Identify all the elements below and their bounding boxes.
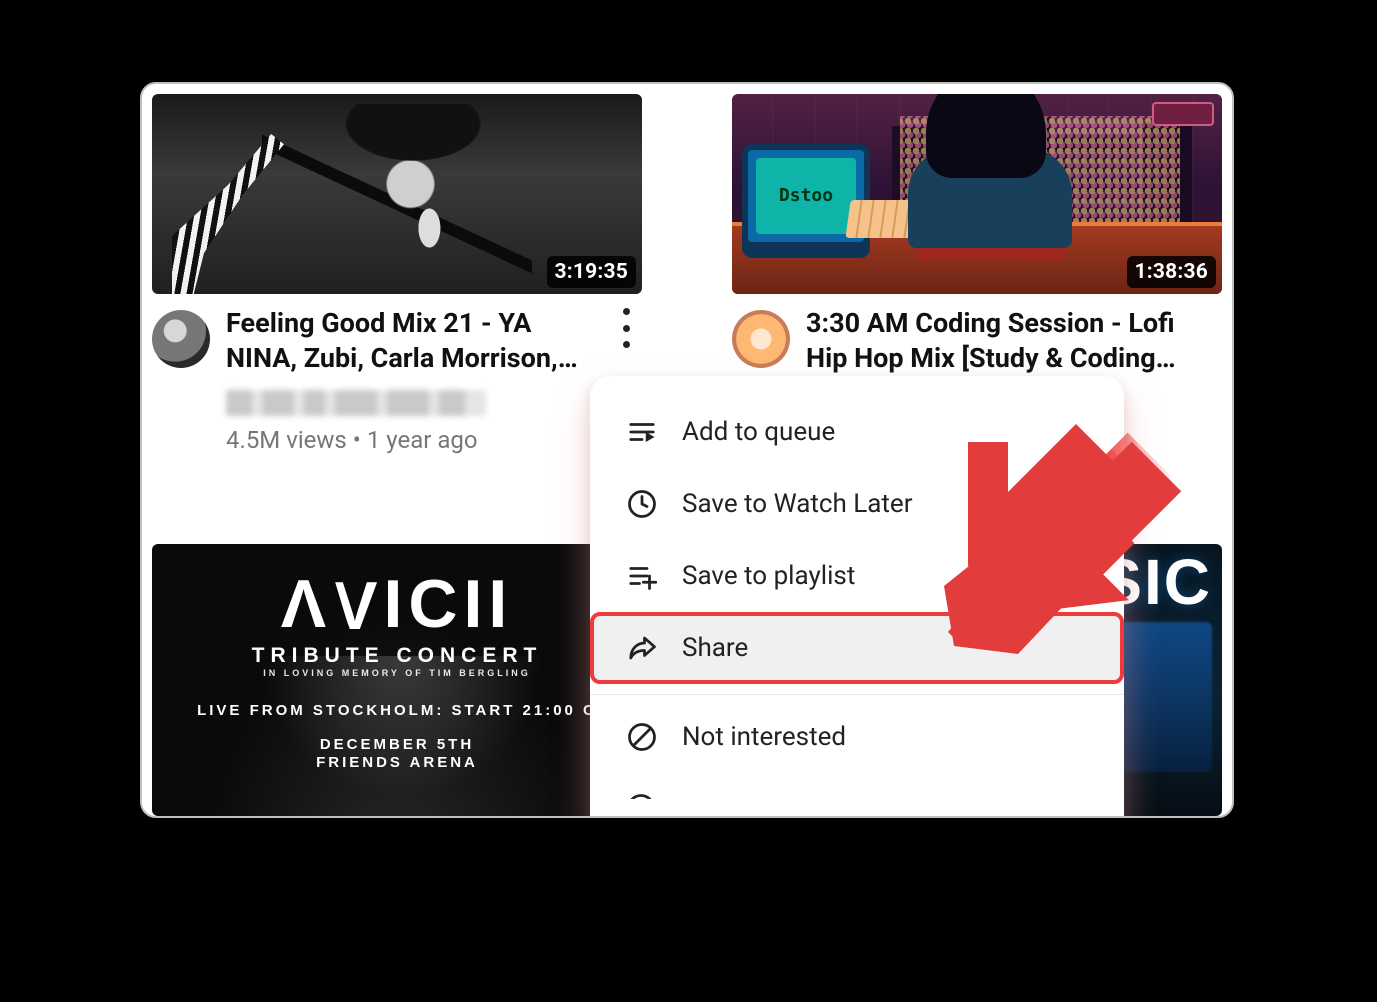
channel-name-redacted	[226, 390, 486, 416]
menu-item-share[interactable]: Share	[590, 612, 1124, 684]
video-title[interactable]: 3:30 AM Coding Session - Lofi Hip Hop Mi…	[806, 306, 1180, 375]
decorative	[882, 94, 1102, 248]
thumb-subtitle: TRIBUTE CONCERT	[152, 644, 642, 667]
queue-icon	[626, 416, 658, 448]
menu-item-save-to-playlist[interactable]: Save to playlist	[590, 540, 1124, 612]
thumb-line: LIVE FROM STOCKHOLM: START 21:00 C	[152, 702, 642, 720]
partial-icon	[626, 793, 658, 818]
thumb-logo: ΛVICII	[152, 570, 642, 638]
menu-item-label: Save to Watch Later	[682, 489, 913, 519]
thumb-subtitle-small: IN LOVING MEMORY OF TIM BERGLING	[152, 668, 642, 679]
brand-tag	[1152, 102, 1214, 126]
video-title[interactable]: Feeling Good Mix 21 - YA NINA, Zubi, Car…	[226, 306, 600, 375]
menu-item-label: Save to playlist	[682, 561, 855, 591]
menu-item-label: Add to queue	[682, 417, 835, 447]
menu-item-watch-later[interactable]: Save to Watch Later	[590, 468, 1124, 540]
menu-item-add-to-queue[interactable]: Add to queue	[590, 396, 1124, 468]
channel-avatar[interactable]	[152, 310, 210, 368]
more-options-button[interactable]	[614, 308, 638, 348]
video-thumbnail[interactable]: ΛVICII TRIBUTE CONCERT IN LOVING MEMORY …	[152, 544, 642, 816]
app-frame: 3:19:35 Dstoo 1:38:36 Feeling Good Mix 2…	[140, 82, 1234, 818]
menu-item-label: Share	[682, 633, 748, 663]
menu-item-label: Not interested	[682, 722, 846, 752]
thumb-line: FRIENDS ARENA	[152, 754, 642, 772]
playlist-add-icon	[626, 560, 658, 592]
duration-badge: 1:38:36	[1127, 256, 1216, 288]
channel-avatar[interactable]	[732, 310, 790, 368]
video-thumbnail[interactable]: Dstoo 1:38:36	[732, 94, 1222, 294]
context-menu: Add to queue Save to Watch Later	[590, 376, 1124, 818]
duration-badge: 3:19:35	[547, 256, 636, 288]
video-thumbnail[interactable]: 3:19:35	[152, 94, 642, 294]
menu-separator	[590, 694, 1124, 695]
clock-icon	[626, 488, 658, 520]
menu-item-partial[interactable]	[590, 773, 1124, 818]
video-meta: Feeling Good Mix 21 - YA NINA, Zubi, Car…	[152, 306, 642, 526]
thumb-line: DECEMBER 5TH	[152, 736, 642, 754]
menu-item-not-interested[interactable]: Not interested	[590, 701, 1124, 773]
not-interested-icon	[626, 721, 658, 753]
decorative: Dstoo	[756, 158, 856, 234]
video-stats: 4.5M views • 1 year ago	[226, 426, 478, 454]
share-icon	[626, 632, 658, 664]
